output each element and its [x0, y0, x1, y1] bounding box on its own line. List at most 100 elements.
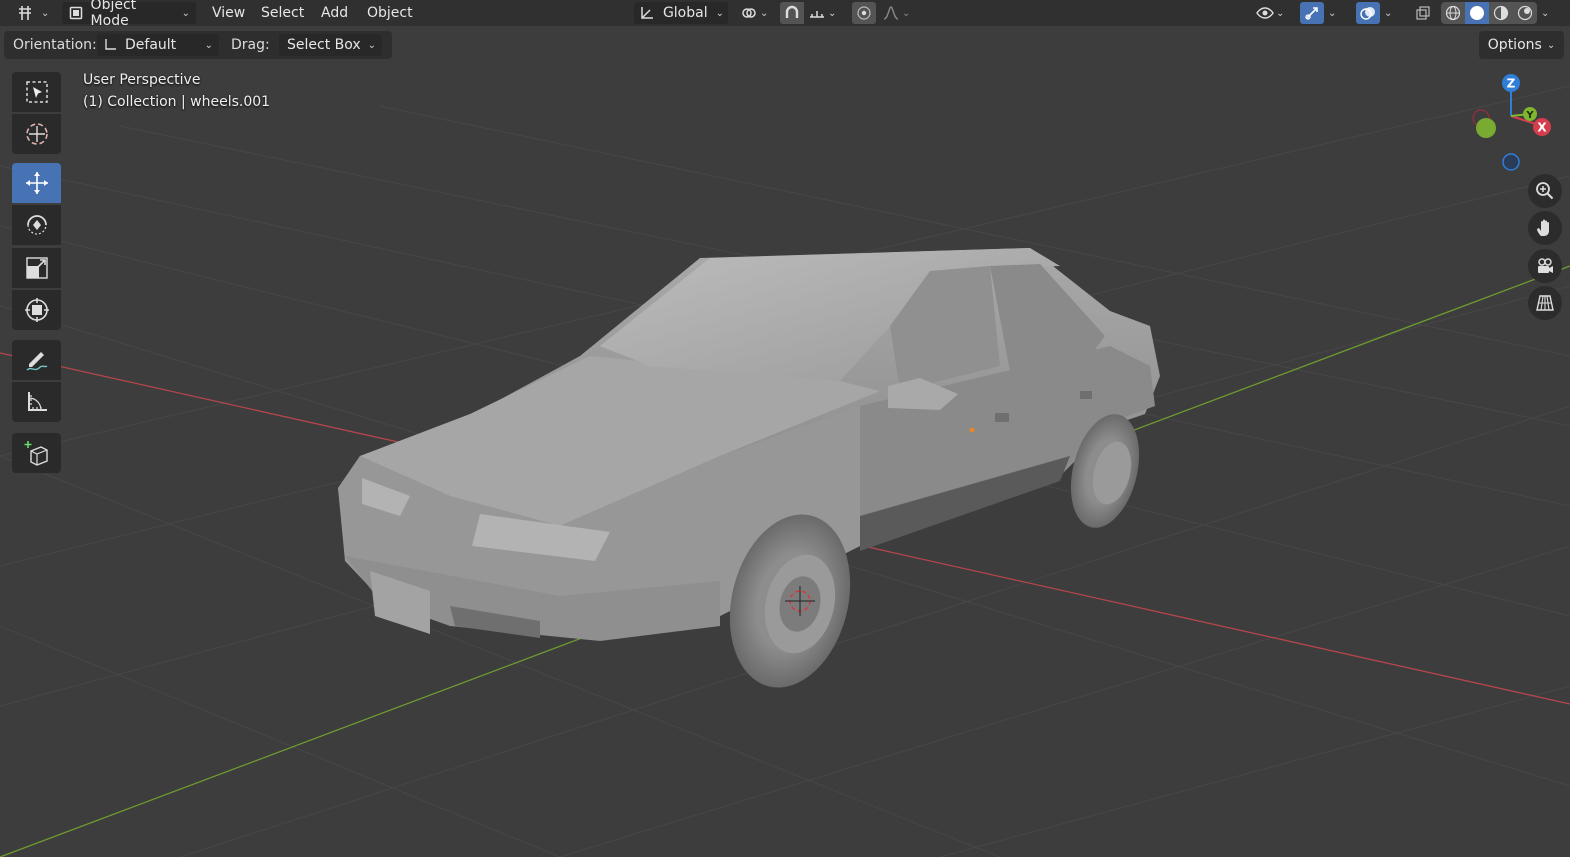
falloff-button[interactable]: ⌄ — [880, 2, 916, 24]
options-button[interactable]: Options ⌄ — [1479, 31, 1564, 59]
move-arrows-icon — [25, 172, 48, 194]
gizmo-dropdown[interactable]: ⌄ — [1328, 2, 1342, 24]
camera-icon — [1538, 258, 1553, 273]
select-box-tool[interactable] — [12, 72, 61, 112]
transform-tool[interactable] — [12, 290, 61, 330]
chevron-down-icon: ⌄ — [1541, 7, 1550, 19]
x-axis-letter: X — [1537, 121, 1547, 135]
add-cube-icon — [24, 441, 48, 466]
add-cube-tool[interactable] — [12, 433, 61, 473]
options-label: Options — [1487, 37, 1542, 53]
orientation-value: Default — [125, 37, 177, 53]
viewport-header: ⌄ Object Mode ⌄ View Select Add Object G… — [0, 0, 1570, 29]
annotate-pencil-icon — [26, 352, 47, 371]
proportional-edit-icon — [853, 2, 875, 24]
chevron-down-icon: ⌄ — [1384, 7, 1393, 19]
shading-rendered[interactable] — [1513, 2, 1537, 24]
camera-view-button[interactable] — [1528, 249, 1562, 283]
car-model — [338, 248, 1160, 688]
snap-target-button[interactable]: ⌄ — [806, 2, 846, 24]
overlays-icon — [1357, 2, 1379, 24]
rotate-icon — [26, 215, 47, 235]
hand-icon — [1537, 219, 1549, 236]
proportional-edit-toggle[interactable] — [852, 2, 876, 24]
drag-dropdown[interactable]: Select Box ⌄ — [279, 34, 382, 56]
editor-type-button[interactable]: ⌄ — [14, 2, 49, 24]
scale-tool[interactable] — [12, 248, 61, 288]
xray-icon — [1412, 2, 1434, 24]
xray-toggle[interactable] — [1412, 2, 1434, 24]
orientation-label: Orientation: — [13, 37, 97, 53]
mode-selector[interactable]: Object Mode ⌄ — [62, 0, 196, 29]
shading-dropdown[interactable]: ⌄ — [1541, 2, 1555, 24]
chevron-down-icon: ⌄ — [41, 7, 50, 19]
rendered-sphere-icon — [1517, 5, 1533, 21]
chevron-down-icon: ⌄ — [1276, 7, 1285, 19]
transform-icon — [24, 298, 49, 322]
chevron-down-icon: ⌄ — [1546, 39, 1556, 51]
visibility-button[interactable]: ⌄ — [1254, 2, 1294, 24]
measure-tool[interactable] — [12, 382, 61, 422]
perspective-toggle-button[interactable] — [1528, 286, 1562, 320]
menu-object[interactable]: Object — [361, 2, 419, 24]
chevron-down-icon: ⌄ — [760, 7, 769, 19]
drag-label: Drag: — [231, 37, 270, 53]
pan-button[interactable] — [1528, 211, 1562, 245]
viewport-scene — [0, 85, 1570, 857]
pivot-point-button[interactable]: ⌄ — [738, 2, 774, 24]
select-box-icon — [25, 81, 48, 103]
view-name: User Perspective — [83, 72, 201, 88]
solid-sphere-icon — [1470, 6, 1484, 20]
material-sphere-icon — [1493, 5, 1509, 21]
overlays-toggle[interactable] — [1356, 2, 1380, 24]
menu-view[interactable]: View — [206, 2, 251, 24]
rotate-tool[interactable] — [12, 205, 61, 245]
mode-label: Object Mode — [90, 0, 137, 29]
magnet-icon — [781, 2, 803, 24]
orientation-axes-icon — [638, 2, 657, 24]
transform-orientation-selector[interactable]: Global ⌄ — [634, 2, 728, 24]
3d-viewport[interactable]: User Perspective (1) Collection | wheels… — [0, 26, 1570, 857]
orientation-dropdown[interactable]: Default ⌄ — [97, 34, 219, 56]
orientation-axes-icon — [103, 38, 117, 52]
chevron-down-icon: ⌄ — [181, 7, 190, 19]
chevron-down-icon: ⌄ — [367, 39, 376, 51]
falloff-curve-icon — [880, 2, 902, 24]
shading-solid[interactable] — [1465, 2, 1489, 24]
editor-type-icon — [14, 2, 36, 24]
chevron-down-icon: ⌄ — [828, 7, 837, 19]
menu-add[interactable]: Add — [315, 2, 354, 24]
eye-icon — [1254, 2, 1276, 24]
drag-value: Select Box — [287, 37, 361, 53]
scale-icon — [25, 257, 48, 279]
navigation-gizmo[interactable]: Z Y X — [1460, 70, 1570, 180]
measure-ruler-icon — [27, 392, 47, 411]
wireframe-sphere-icon — [1445, 5, 1461, 21]
gizmo-icon — [1301, 2, 1323, 24]
annotate-tool[interactable] — [12, 340, 61, 380]
z-axis-letter: Z — [1507, 77, 1516, 91]
chevron-down-icon: ⌄ — [1328, 7, 1337, 19]
snap-increment-icon — [806, 2, 828, 24]
gizmo-toggle[interactable] — [1300, 2, 1324, 24]
tool-settings-bar: Orientation: Default ⌄ Drag: Select Box … — [4, 31, 392, 59]
collection-info: (1) Collection | wheels.001 — [83, 94, 271, 110]
neg-z-axis-handle — [1502, 153, 1520, 171]
shading-material[interactable] — [1489, 2, 1513, 24]
snap-toggle[interactable] — [780, 2, 804, 24]
link-icon — [738, 2, 760, 24]
object-mode-icon — [68, 2, 85, 24]
move-tool[interactable] — [12, 163, 61, 203]
cursor-icon — [25, 123, 48, 145]
orientation-label: Global — [662, 5, 708, 21]
zoom-button[interactable] — [1528, 174, 1562, 208]
chevron-down-icon: ⌄ — [902, 7, 911, 19]
zoom-magnifier-icon — [1536, 182, 1554, 200]
shading-modes — [1441, 2, 1537, 24]
overlays-dropdown[interactable]: ⌄ — [1384, 2, 1398, 24]
y-axis-letter: Y — [1525, 110, 1534, 121]
shading-wireframe[interactable] — [1441, 2, 1465, 24]
cursor-tool[interactable] — [12, 114, 61, 154]
menu-select[interactable]: Select — [255, 2, 310, 24]
chevron-down-icon: ⌄ — [715, 7, 724, 19]
